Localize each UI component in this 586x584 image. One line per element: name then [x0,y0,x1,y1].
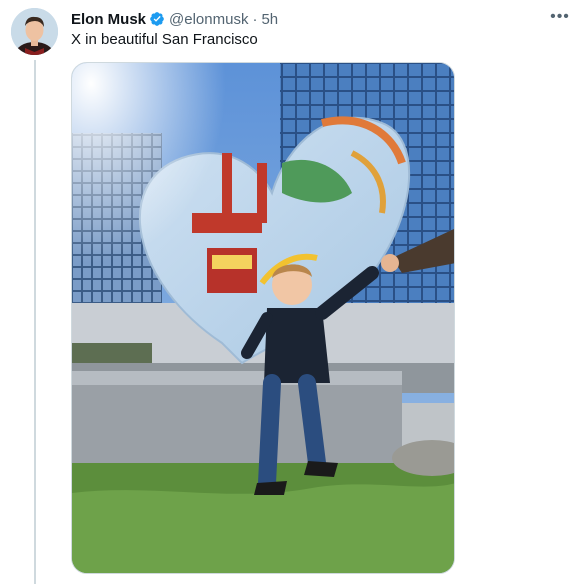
avatar[interactable] [11,8,58,55]
avatar-image [11,8,58,55]
tweet-photo[interactable] [71,62,455,574]
thread-line [34,60,36,584]
separator-dot: · [252,10,258,28]
more-options-icon[interactable]: ••• [548,6,572,28]
author-handle[interactable]: @elonmusk [169,11,248,28]
author-name[interactable]: Elon Musk [71,11,146,28]
timestamp[interactable]: 5h [261,11,278,28]
verified-badge-icon [150,12,164,26]
tweet-text: X in beautiful San Francisco [71,31,258,48]
tweet-header: Elon Musk @elonmusk · 5h [71,9,278,29]
photo-heart-sculpture [72,63,454,573]
